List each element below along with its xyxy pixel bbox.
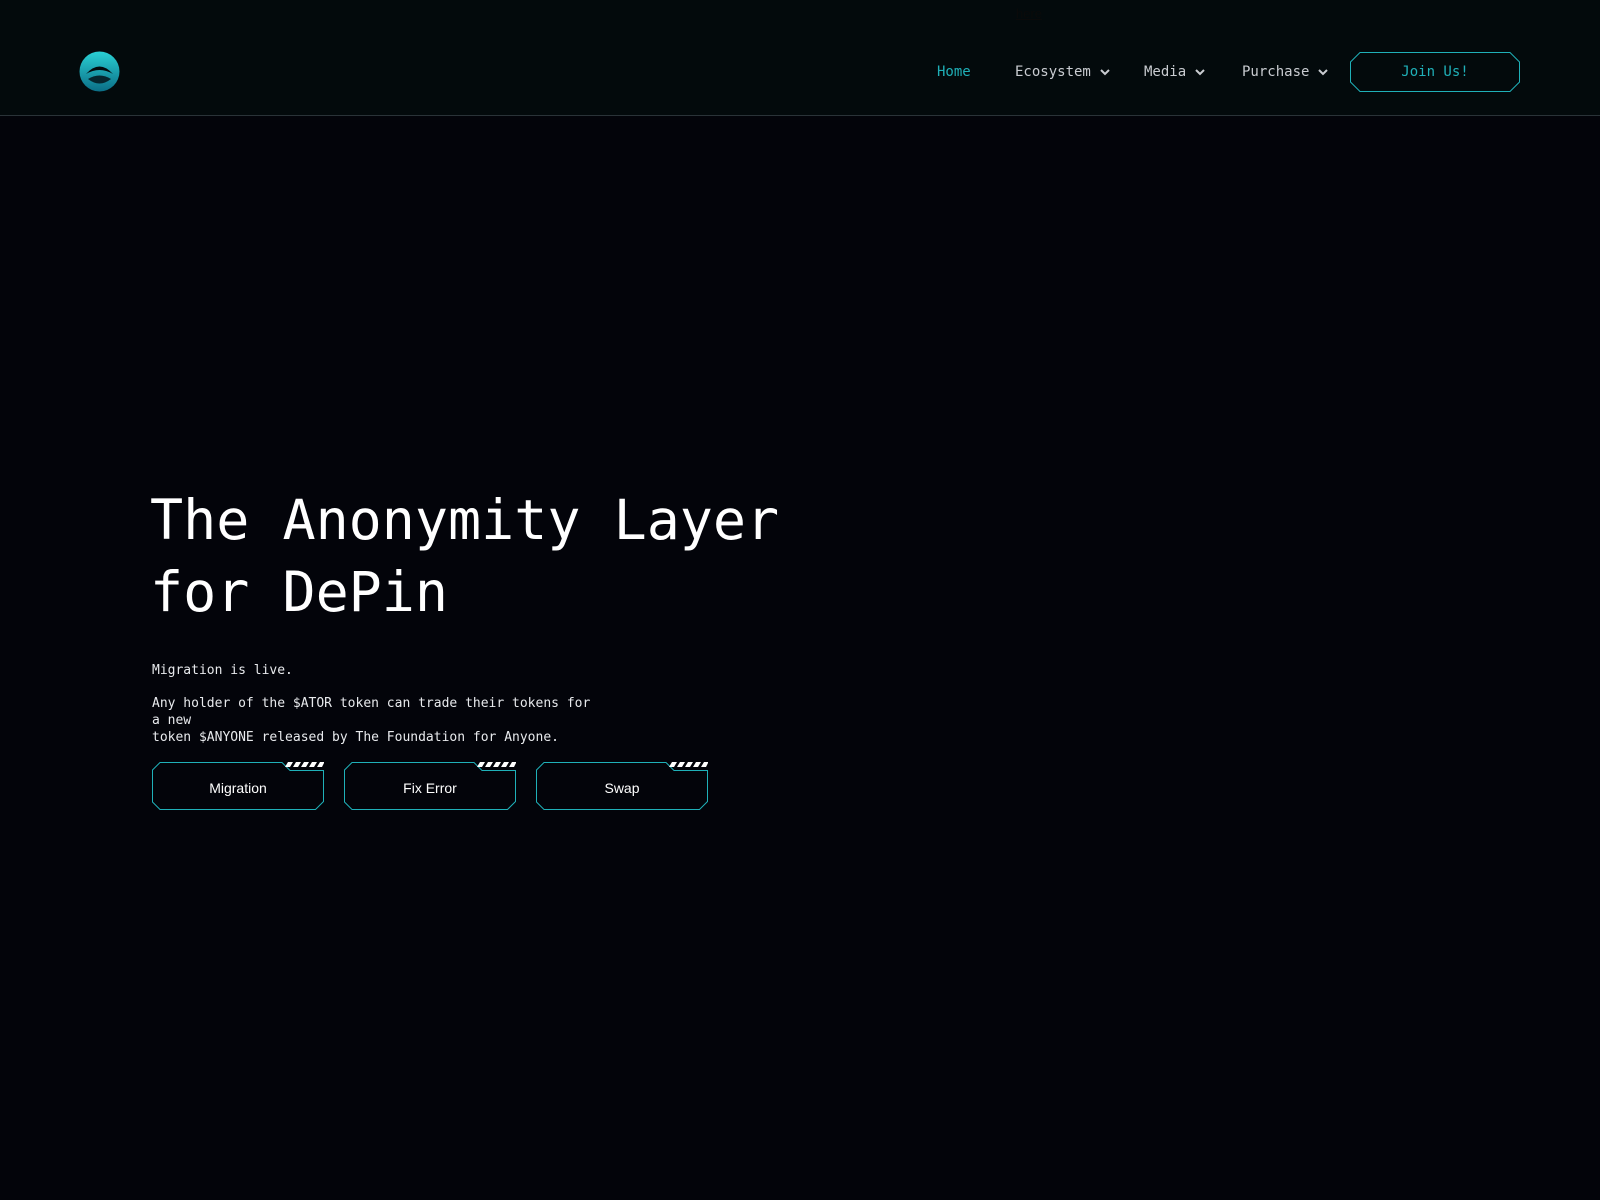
chevron-down-icon	[1100, 69, 1110, 76]
here-link[interactable]: here	[1016, 6, 1042, 21]
chevron-down-icon	[1318, 69, 1329, 76]
join-us-button[interactable]: Join Us!	[1350, 52, 1520, 92]
fix-error-button-label: Fix Error	[403, 780, 457, 796]
logo-icon[interactable]	[79, 51, 120, 92]
hero-description-line2: token $ANYONE released by The Foundation…	[152, 730, 559, 745]
swap-button[interactable]: Swap	[536, 762, 708, 810]
top-navbar: here Home Ecosystem Media Purchase Join …	[0, 0, 1600, 116]
nav-ecosystem-label: Ecosystem	[1015, 64, 1091, 80]
nav-home[interactable]: Home	[937, 58, 971, 86]
nav-media[interactable]: Media	[1144, 58, 1206, 86]
nav-purchase[interactable]: Purchase	[1242, 58, 1329, 86]
chevron-down-icon	[1195, 69, 1205, 76]
migration-button-label: Migration	[209, 780, 267, 796]
migration-button[interactable]: Migration	[152, 762, 324, 810]
swap-button-label: Swap	[604, 780, 640, 796]
nav-ecosystem[interactable]: Ecosystem	[1015, 58, 1111, 86]
fix-error-button[interactable]: Fix Error	[344, 762, 516, 810]
migration-status: Migration is live.	[152, 663, 293, 678]
hero-title: The Anonymity Layer for DePin	[150, 484, 910, 628]
hero-description: Any holder of the $ATOR token can trade …	[152, 695, 602, 746]
join-us-label: Join Us!	[1401, 64, 1469, 80]
nav-purchase-label: Purchase	[1242, 64, 1310, 80]
hero-title-line2: for DePin	[150, 560, 449, 624]
nav-media-label: Media	[1144, 64, 1187, 80]
hero-description-line1: Any holder of the $ATOR token can trade …	[152, 696, 591, 728]
nav-home-label: Home	[937, 64, 971, 80]
hero-title-line1: The Anonymity Layer	[150, 488, 780, 552]
